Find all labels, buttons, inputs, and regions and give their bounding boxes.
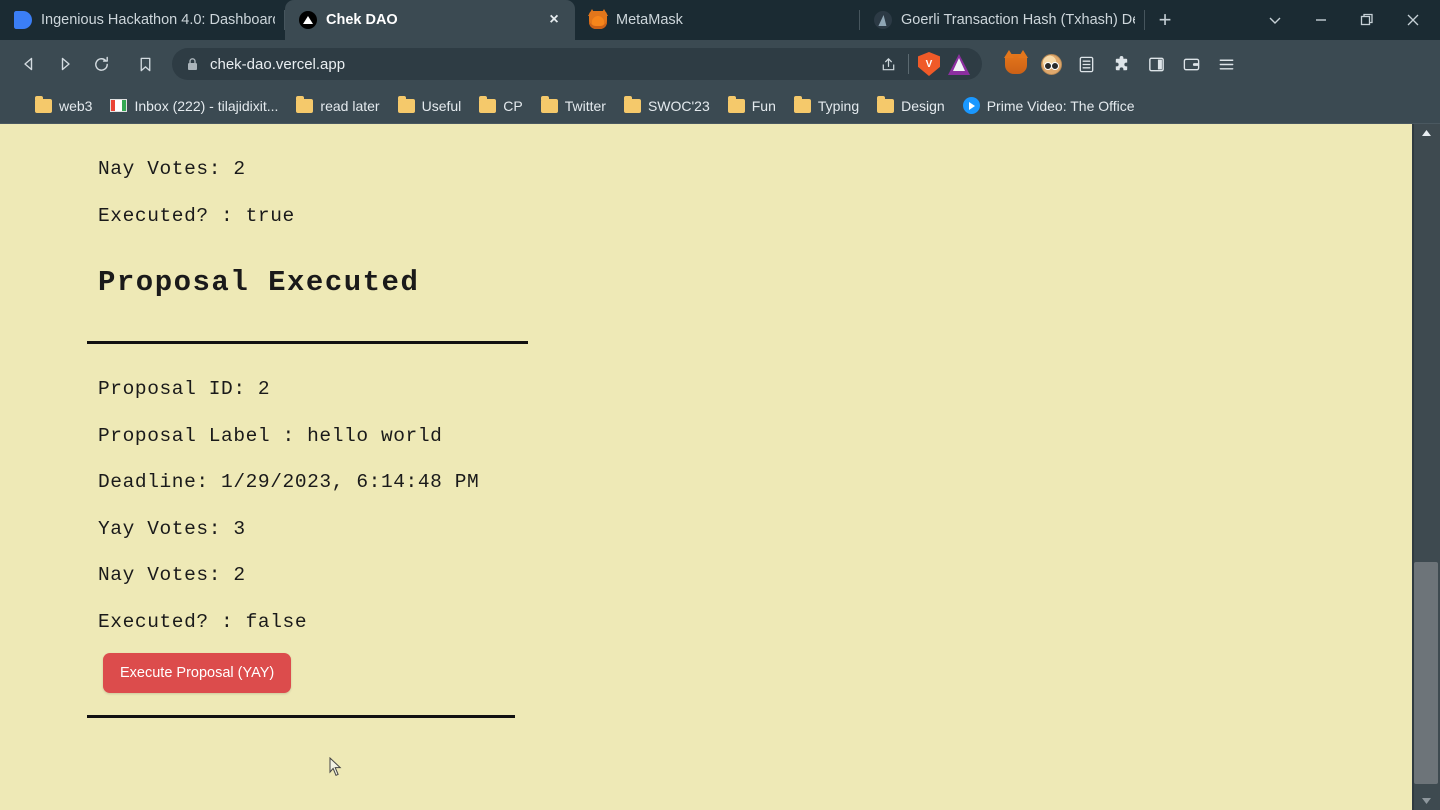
execute-proposal-yay-button[interactable]: Execute Proposal (YAY) — [103, 653, 292, 693]
new-tab-button[interactable]: + — [1145, 0, 1185, 40]
yay-votes-text: Yay Votes: 3 — [98, 517, 246, 540]
page-viewport: Nay Votes: 2 Executed? : true Proposal E… — [0, 124, 1440, 810]
bookmark-label: web3 — [59, 97, 93, 114]
bookmark-label: Prime Video: The Office — [986, 97, 1135, 114]
wallet-icon[interactable] — [1175, 48, 1207, 80]
folder-icon — [540, 95, 558, 113]
folder-icon — [623, 95, 641, 113]
brave-rewards-icon[interactable] — [944, 49, 974, 79]
previous-proposal-block: Nay Votes: 2 Executed? : true Proposal E… — [87, 124, 1440, 344]
bookmark-item[interactable]: Design — [868, 94, 954, 118]
bookmark-item[interactable]: read later — [287, 94, 388, 118]
folder-icon — [727, 95, 745, 113]
bookmark-label: Typing — [817, 97, 860, 114]
bookmarks-bar: web3 Inbox (222) - tilajidixit... read l… — [0, 88, 1440, 124]
bookmark-item[interactable]: CP — [470, 94, 531, 118]
close-window-icon[interactable] — [1390, 0, 1436, 40]
share-icon[interactable] — [873, 49, 903, 79]
folder-icon — [479, 95, 497, 113]
tab-title: Chek DAO — [326, 12, 398, 28]
toolbar-extensions — [1000, 48, 1242, 80]
bookmark-label: Inbox (222) - tilajidixit... — [134, 97, 279, 114]
bookmark-item[interactable]: Prime Video: The Office — [954, 93, 1144, 118]
bookmark-item[interactable]: SWOC'23 — [615, 94, 719, 118]
current-proposal-block: Proposal ID: 2 Proposal Label : hello wo… — [87, 344, 1440, 718]
bookmark-item[interactable]: Inbox (222) - tilajidixit... — [101, 94, 287, 118]
executed-text: Executed? : true — [98, 204, 295, 227]
tab-title: MetaMask — [616, 12, 683, 28]
hamburger-menu-icon[interactable] — [1210, 48, 1242, 80]
minimize-icon[interactable] — [1298, 0, 1344, 40]
scroll-up-arrow-icon[interactable] — [1412, 124, 1440, 142]
bookmark-item[interactable]: Typing — [785, 94, 868, 118]
bookmark-item[interactable]: Twitter — [532, 94, 615, 118]
bookmark-item[interactable]: Useful — [389, 94, 471, 118]
close-tab-icon[interactable]: × — [543, 9, 565, 31]
proposal-id-text: Proposal ID: 2 — [98, 378, 271, 400]
nay-votes-text: Nay Votes: 2 — [98, 564, 246, 586]
bookmark-label: Useful — [421, 97, 462, 114]
brave-shields-icon[interactable]: V — [914, 49, 944, 79]
folder-icon — [35, 95, 52, 113]
folder-icon — [793, 95, 811, 113]
vercel-triangle-icon — [299, 11, 317, 29]
tab-title: Goerli Transaction Hash (Txhash) Details — [901, 12, 1135, 28]
browser-tab-2[interactable]: MetaMask — [575, 0, 860, 40]
bookmark-label: Design — [901, 97, 945, 114]
bookmark-label: CP — [503, 97, 523, 114]
proposal-deadline-text: Deadline: 1/29/2023, 6:14:48 PM — [98, 471, 480, 493]
folder-icon — [296, 95, 314, 113]
prime-video-icon — [962, 97, 980, 114]
browser-tab-3[interactable]: Goerli Transaction Hash (Txhash) Details — [860, 0, 1145, 40]
proposal-executed-heading: Proposal Executed — [98, 266, 420, 299]
etherscan-icon — [874, 11, 892, 29]
folder-icon — [877, 95, 895, 113]
scrollbar-thumb[interactable] — [1414, 562, 1438, 784]
extensions-puzzle-icon[interactable] — [1105, 48, 1137, 80]
proposal-divider — [87, 715, 515, 718]
browser-tab-0[interactable]: Ingenious Hackathon 4.0: Dashboard — [0, 0, 285, 40]
reload-icon[interactable] — [84, 47, 118, 81]
toolbar-divider — [908, 54, 909, 74]
mouse-cursor — [329, 756, 342, 777]
proposal-label-text: Proposal Label : hello world — [98, 424, 443, 447]
bookmark-item[interactable]: web3 — [26, 94, 101, 118]
bookmark-label: SWOC'23 — [647, 97, 710, 114]
nay-votes-text: Nay Votes: 2 — [98, 158, 246, 180]
url-text[interactable]: chek-dao.vercel.app — [210, 56, 873, 73]
restore-icon[interactable] — [1344, 0, 1390, 40]
back-arrow-icon[interactable] — [12, 47, 46, 81]
browser-toolbar: chek-dao.vercel.app V — [0, 40, 1440, 88]
browser-tab-strip: Ingenious Hackathon 4.0: Dashboard Chek … — [0, 0, 1440, 40]
address-bar[interactable]: chek-dao.vercel.app V — [172, 48, 982, 80]
forward-arrow-icon[interactable] — [48, 47, 82, 81]
bookmark-label: read later — [320, 97, 380, 114]
lock-icon — [186, 57, 199, 72]
tab-title: Ingenious Hackathon 4.0: Dashboard — [41, 12, 275, 28]
page-scrollbar[interactable] — [1412, 124, 1440, 810]
bookmark-icon[interactable] — [128, 47, 162, 81]
tab-search-chevron-down-icon[interactable] — [1252, 0, 1298, 40]
dao-proposals-page: Nay Votes: 2 Executed? : true Proposal E… — [0, 124, 1440, 718]
sidebar-icon[interactable] — [1140, 48, 1172, 80]
scrollbar-track[interactable] — [1412, 142, 1440, 792]
browser-tab-1[interactable]: Chek DAO × — [285, 0, 575, 40]
metamask-fox-icon[interactable] — [1000, 48, 1032, 80]
profile-avatar-icon[interactable] — [1035, 48, 1067, 80]
scroll-down-arrow-icon[interactable] — [1412, 792, 1440, 810]
metamask-fox-icon — [588, 9, 608, 29]
bookmark-label: Twitter — [564, 97, 606, 114]
window-controls — [1252, 0, 1440, 40]
reading-list-icon[interactable] — [1070, 48, 1102, 80]
blue-d-icon — [14, 11, 32, 29]
folder-icon — [397, 95, 415, 113]
bookmark-item[interactable]: Fun — [719, 94, 785, 118]
bookmark-label: Fun — [751, 97, 776, 114]
executed-text: Executed? : false — [98, 610, 308, 633]
gmail-icon — [110, 99, 128, 112]
